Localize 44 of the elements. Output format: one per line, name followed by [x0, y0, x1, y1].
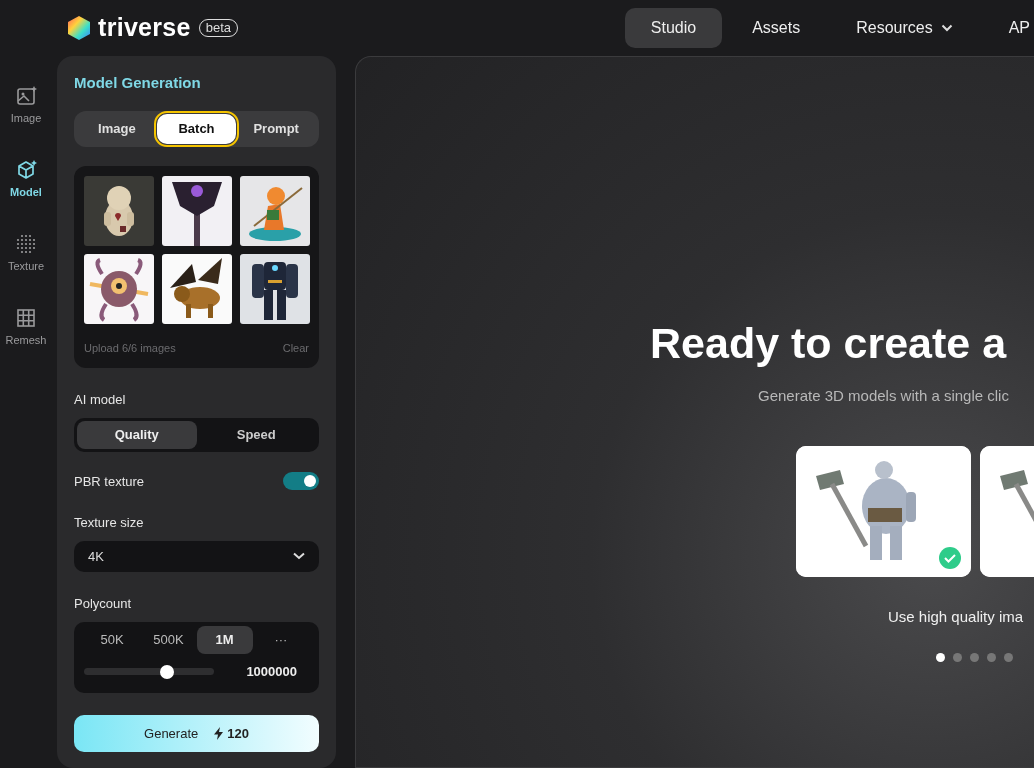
sidebar-item[interactable]: Texture: [0, 233, 52, 307]
pbr-texture-label: PBR texture: [74, 472, 145, 491]
carousel-dot[interactable]: [936, 653, 945, 662]
carousel-caption: Use high quality ima: [888, 606, 1025, 627]
carousel-dot[interactable]: [1004, 653, 1013, 662]
sidebar-item[interactable]: Remesh: [0, 307, 52, 381]
nav-link[interactable]: AP: [982, 8, 1034, 48]
tab[interactable]: Image: [77, 113, 157, 144]
logo-text: triverse: [98, 12, 191, 44]
tab[interactable]: Prompt: [236, 113, 316, 144]
segment-option[interactable]: Quality: [77, 420, 197, 449]
grid-icon: [15, 307, 37, 329]
panel-title: Model Generation: [74, 73, 202, 93]
carousel-dot[interactable]: [953, 653, 962, 662]
segment-option[interactable]: Speed: [196, 420, 316, 449]
lightning-icon: [214, 727, 224, 741]
slider-thumb[interactable]: [160, 664, 175, 679]
section-label: Polycount: [74, 595, 133, 614]
sidebar-item[interactable]: Model: [0, 159, 52, 233]
generate-button[interactable]: Generate 120: [74, 715, 319, 752]
hero-title: Ready to create a: [650, 318, 1008, 369]
cube-icon: [15, 159, 37, 181]
polycount-option[interactable]: 1M: [196, 625, 253, 654]
logo-icon: [68, 16, 90, 40]
dot-grid-icon: [15, 233, 37, 255]
chevron-down-icon: [293, 552, 305, 561]
polycount-value: 1000000: [246, 662, 297, 681]
section-label: Texture size: [74, 514, 145, 532]
image-icon: [15, 85, 37, 107]
nav-link[interactable]: Resources: [830, 8, 979, 48]
polycount-option[interactable]: ···: [252, 625, 309, 654]
sidebar-item[interactable]: Image: [0, 85, 52, 159]
toggle-switch[interactable]: [283, 472, 319, 491]
nav-link[interactable]: Studio: [624, 8, 723, 48]
tab[interactable]: Batch: [156, 113, 237, 144]
carousel-dot[interactable]: [970, 653, 979, 662]
section-label: AI model: [74, 391, 127, 409]
hero-subtitle: Generate 3D models with a single clic: [758, 386, 1010, 406]
texture-size-dropdown[interactable]: 4K: [74, 540, 319, 573]
carousel-dot[interactable]: [987, 653, 996, 662]
upload-count: Upload 6/6 images: [84, 340, 176, 356]
nav-link[interactable]: Assets: [726, 8, 827, 48]
polycount-option[interactable]: 500K: [140, 625, 197, 654]
polycount-option[interactable]: 50K: [84, 625, 141, 654]
